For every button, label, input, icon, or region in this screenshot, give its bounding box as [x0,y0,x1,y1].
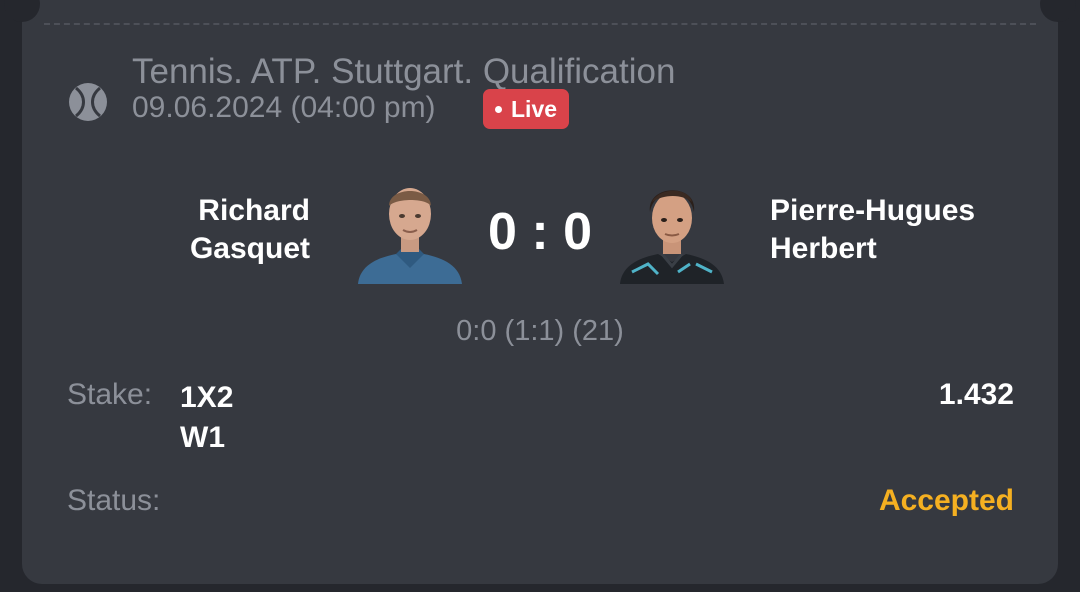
ticket-divider [44,23,1036,25]
team1-name[interactable]: Richard Gasquet [190,192,310,268]
bet-card[interactable]: Tennis. ATP. Stuttgart. Qualification 09… [4,0,1076,584]
stake-odds: 1.432 [938,378,1014,411]
stake-market: 1X2 [180,381,234,414]
stake-label: Stake: [67,378,153,411]
team2-first-name: Pierre-Hugues [770,194,976,227]
team2-avatar [620,190,724,284]
team2-last-name: Herbert [770,232,877,265]
detailed-score: 0:0 (1:1) (21) [456,315,624,347]
team2-name[interactable]: Pierre-Hugues Herbert [770,192,975,268]
tournament-title[interactable]: Tennis. ATP. Stuttgart. Qualification [132,54,675,89]
team1-first-name: Richard [198,194,310,227]
ticket-notch-left [4,0,40,22]
status-value: Accepted [878,484,1014,517]
live-label: Live [511,95,558,122]
ticket-notch-right [1040,0,1076,22]
status-label: Status: [67,484,161,517]
tennis-ball-icon [69,83,107,121]
event-date: 09.06.2024 (04:00 pm) [132,91,436,124]
live-dot-icon [495,105,502,113]
live-badge: Live [483,89,570,129]
match-score: 0 : 0 [487,203,593,261]
team1-last-name: Gasquet [189,232,310,265]
stake-selection: W1 [180,421,225,454]
stake-details: 1X2 W1 [180,378,233,458]
team1-avatar [358,188,462,284]
